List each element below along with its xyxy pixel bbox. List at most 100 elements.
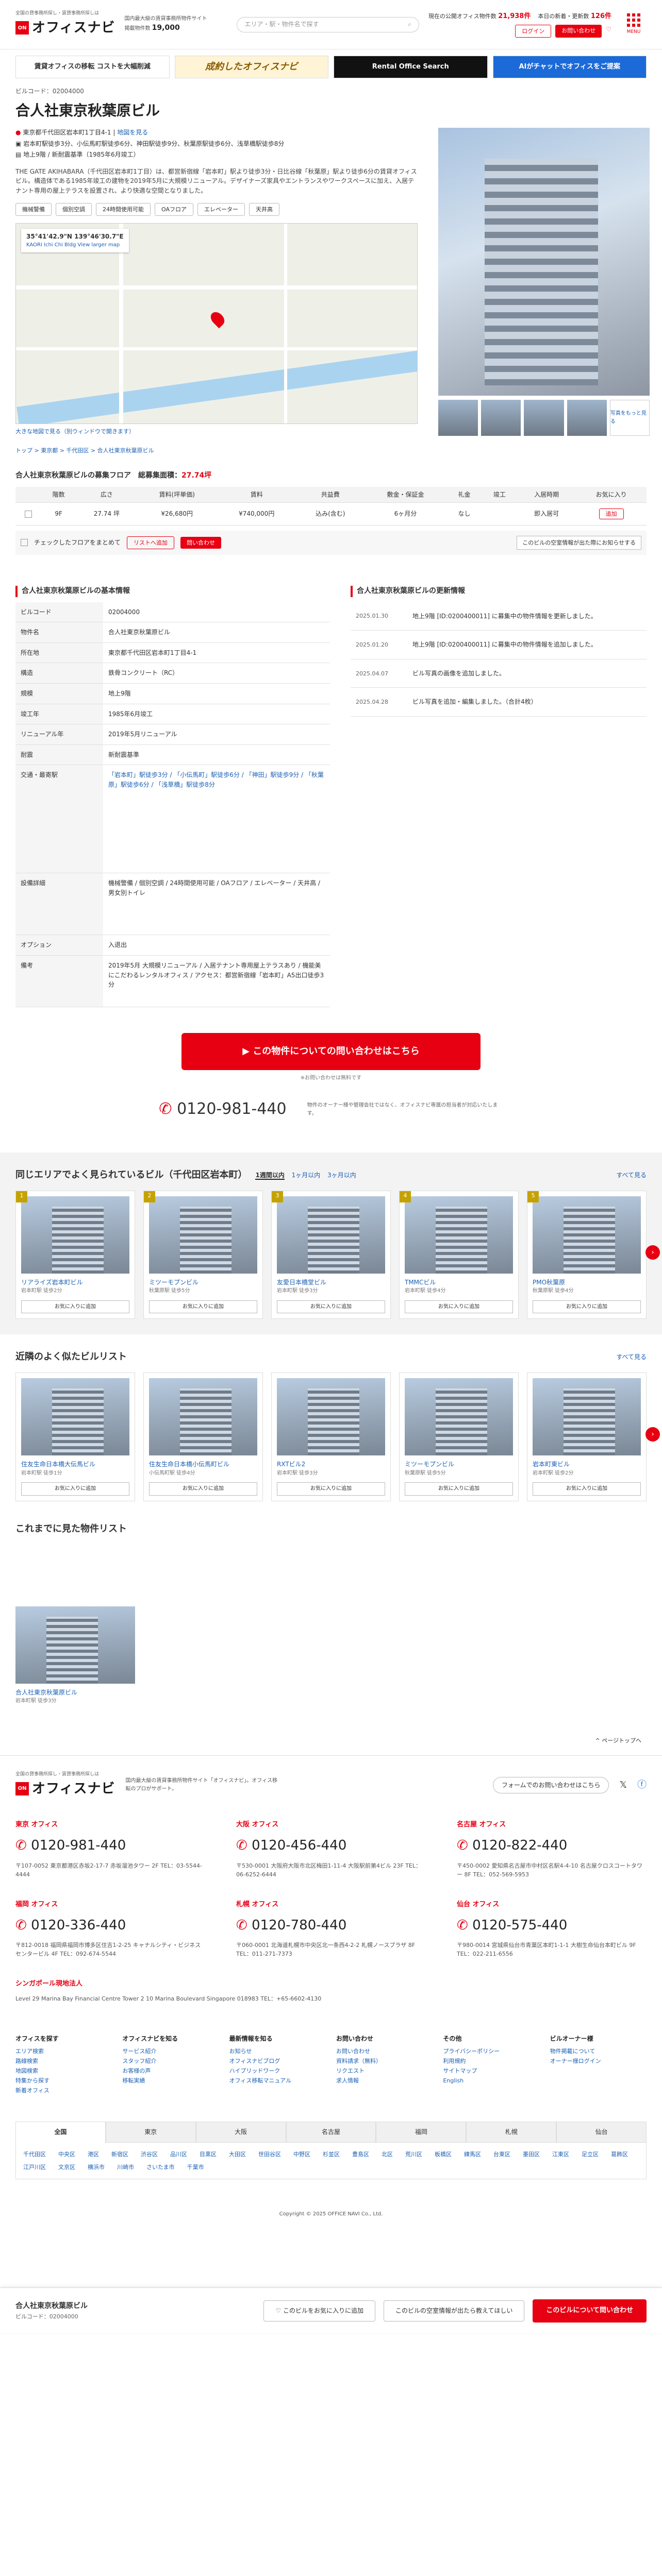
contact-button[interactable]: お問い合わせ — [555, 25, 602, 38]
phone-number[interactable]: ✆ 0120-981-440 — [159, 1097, 286, 1122]
area-link[interactable]: 練馬区 — [464, 2150, 481, 2159]
building-card[interactable]: 住友生命日本橋大伝馬ビル 岩本町駅 徒歩1分 お気に入りに追加 — [15, 1372, 135, 1501]
footer-logo[interactable]: 全国の貸事務所探し・賃貸事務所探しは ON オフィスナビ — [15, 1771, 115, 1799]
see-all-link[interactable]: すべて見る — [616, 1171, 647, 1180]
vacancy-alert-button[interactable]: このビルの空室情報が出た際にお知らせする — [517, 535, 641, 550]
favorite-button[interactable]: お気に入りに追加 — [149, 1300, 257, 1314]
area-link[interactable]: 中野区 — [293, 2150, 310, 2159]
sticky-favorite-button[interactable]: ♡ このビルをお気に入りに追加 — [263, 2300, 375, 2321]
favorite-button[interactable]: お気に入りに追加 — [277, 1482, 385, 1496]
banner-rental[interactable]: Rental Office Search — [334, 56, 488, 78]
favorite-button[interactable]: お気に入りに追加 — [149, 1482, 257, 1496]
area-link[interactable]: 板橋区 — [435, 2150, 452, 2159]
area-link[interactable]: 江戸川区 — [23, 2163, 46, 2172]
menu-button[interactable]: MENU — [621, 13, 647, 36]
tab-area-sapporo[interactable]: 札幌 — [466, 2122, 557, 2143]
tab-3months[interactable]: 3ヶ月以内 — [327, 1172, 356, 1179]
area-link[interactable]: 川崎市 — [117, 2163, 134, 2172]
area-link[interactable]: 新宿区 — [111, 2150, 128, 2159]
area-link[interactable]: 横浜市 — [88, 2163, 105, 2172]
area-link[interactable]: 港区 — [88, 2150, 99, 2159]
area-link[interactable]: 豊島区 — [352, 2150, 369, 2159]
banner-seiyaku[interactable]: 成約したオフィスナビ — [174, 56, 328, 78]
area-link[interactable]: 千代田区 — [23, 2150, 46, 2159]
site-logo[interactable]: 全国の貸事務所探し・賃貸事務所探しは ON オフィスナビ — [15, 10, 115, 38]
inquiry-button[interactable]: ▶ この物件についての問い合わせはこちら — [181, 1032, 481, 1070]
favorite-button[interactable]: お気に入りに追加 — [405, 1300, 513, 1314]
phone-icon: ✆ — [457, 1917, 468, 1933]
sticky-inquiry-button[interactable]: このビルについて問い合わせ — [533, 2299, 647, 2323]
favorite-button[interactable]: お気に入りに追加 — [277, 1300, 385, 1314]
map-link[interactable]: 地図を見る — [117, 129, 148, 136]
area-link[interactable]: 足立区 — [582, 2150, 599, 2159]
building-card[interactable]: 2 ミツーモプンビル 秋葉原駅 徒歩5分 お気に入りに追加 — [143, 1190, 263, 1319]
building-card[interactable]: 1 リアライズ岩本町ビル 岩本町駅 徒歩2分 お気に入りに追加 — [15, 1190, 135, 1319]
area-link[interactable]: 渋谷区 — [141, 2150, 158, 2159]
favorite-button[interactable]: お気に入りに追加 — [533, 1300, 641, 1314]
tab-week[interactable]: 1週間以内 — [255, 1171, 285, 1180]
area-link[interactable]: 品川区 — [170, 2150, 187, 2159]
photo-thumb[interactable] — [438, 399, 478, 436]
login-button[interactable]: ログイン — [515, 25, 552, 38]
photo-thumb[interactable] — [567, 399, 607, 436]
x-icon[interactable]: 𝕏 — [619, 1778, 627, 1792]
main-photo[interactable] — [438, 127, 650, 396]
page-top-link[interactable]: ^ ページトップへ — [0, 1726, 662, 1755]
area-link[interactable]: 葛飾区 — [611, 2150, 628, 2159]
building-card[interactable]: 住友生命日本橋小伝馬町ビル 小伝馬町駅 徒歩4分 お気に入りに追加 — [143, 1372, 263, 1501]
tab-area-tokyo[interactable]: 東京 — [105, 2122, 196, 2143]
favorite-button[interactable]: お気に入りに追加 — [21, 1300, 129, 1314]
tab-area-sendai[interactable]: 仙台 — [556, 2122, 647, 2143]
tab-area-nagoya[interactable]: 名古屋 — [286, 2122, 376, 2143]
building-card[interactable]: 3 友愛日本橋堂ビル 岩本町駅 徒歩3分 お気に入りに追加 — [271, 1190, 391, 1319]
tab-area-osaka[interactable]: 大阪 — [195, 2122, 286, 2143]
sticky-alert-button[interactable]: このビルの空室情報が出たら教えてほしい — [383, 2300, 525, 2321]
building-card[interactable]: 合人社東京秋葉原ビル 岩本町駅 徒歩3分 — [15, 1606, 135, 1710]
area-link[interactable]: 文京区 — [58, 2163, 75, 2172]
area-link[interactable]: 世田谷区 — [258, 2150, 281, 2159]
area-link[interactable]: 墨田区 — [523, 2150, 540, 2159]
search-input[interactable]: エリア・駅・物件名で探す ⌕ — [237, 16, 419, 32]
area-link[interactable]: 大田区 — [229, 2150, 246, 2159]
area-link[interactable]: さいたま市 — [146, 2163, 175, 2172]
area-link[interactable]: 北区 — [382, 2150, 393, 2159]
tab-month[interactable]: 1ヶ月以内 — [292, 1172, 321, 1179]
area-link[interactable]: 荒川区 — [405, 2150, 422, 2159]
carousel-next-icon[interactable]: › — [646, 1245, 660, 1260]
area-link[interactable]: 千葉市 — [187, 2163, 204, 2172]
building-card[interactable]: 岩本町東ビル 岩本町駅 徒歩2分 お気に入りに追加 — [527, 1372, 647, 1501]
photo-thumb[interactable] — [481, 399, 521, 436]
area-link[interactable]: 目黒区 — [200, 2150, 217, 2159]
tab-area-fukuoka[interactable]: 福岡 — [376, 2122, 467, 2143]
add-to-list-button[interactable]: リストへ追加 — [127, 536, 175, 549]
map-pin-icon[interactable] — [208, 309, 227, 328]
property-map[interactable]: 35°41'42.9"N 139°46'30.7"E KAORI Ichi Ch… — [15, 223, 418, 424]
favorite-button[interactable]: お気に入りに追加 — [405, 1482, 513, 1496]
building-card[interactable]: ミツーモプンビル 秋葉原駅 徒歩5分 お気に入りに追加 — [399, 1372, 519, 1501]
check-all-checkbox[interactable] — [21, 539, 28, 547]
floor-checkbox[interactable] — [24, 510, 32, 518]
search-icon[interactable]: ⌕ — [408, 20, 411, 29]
favorite-button[interactable]: お気に入りに追加 — [21, 1482, 129, 1496]
building-card[interactable]: RXTビル2 岩本町駅 徒歩3分 お気に入りに追加 — [271, 1372, 391, 1501]
tab-area-all[interactable]: 全国 — [15, 2122, 106, 2143]
banner-ai[interactable]: AIがチャットでオフィスをご提案 — [492, 56, 647, 78]
favorite-button[interactable]: お気に入りに追加 — [533, 1482, 641, 1496]
photo-thumb[interactable] — [524, 399, 564, 436]
form-contact-link[interactable]: フォームでのお問い合わせはこちら — [492, 1776, 609, 1794]
breadcrumb[interactable]: トップ > 東京都 > 千代田区 > 合人社東京秋葉原ビル — [0, 436, 662, 470]
area-link[interactable]: 台東区 — [493, 2150, 510, 2159]
building-card[interactable]: 5 PMO秋葉原 秋葉原駅 徒歩4分 お気に入りに追加 — [527, 1190, 647, 1319]
see-all-link[interactable]: すべて見る — [616, 1352, 647, 1362]
heart-icon[interactable]: ♡ — [606, 25, 611, 38]
area-link[interactable]: 中央区 — [58, 2150, 75, 2159]
more-photos-button[interactable]: 写真をもっと見る — [609, 399, 650, 436]
area-link[interactable]: 杉並区 — [323, 2150, 340, 2159]
larger-map-link[interactable]: 大きな地図で見る（別ウィンドウで開きます） — [15, 427, 418, 436]
building-card[interactable]: 4 TMMCビル 岩本町駅 徒歩4分 お気に入りに追加 — [399, 1190, 519, 1319]
facebook-icon[interactable]: ⓕ — [637, 1778, 647, 1792]
favorite-add-button[interactable]: 追加 — [599, 509, 624, 520]
bulk-inquiry-button[interactable]: 問い合わせ — [180, 536, 222, 549]
banner-cost[interactable]: 賃貸オフィスの移転 コストを大幅削減 — [15, 56, 170, 78]
area-link[interactable]: 江東区 — [552, 2150, 569, 2159]
